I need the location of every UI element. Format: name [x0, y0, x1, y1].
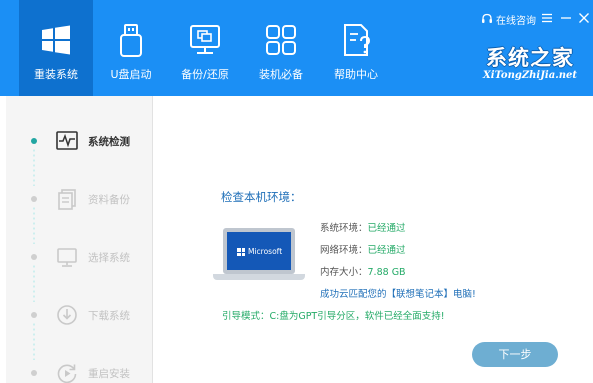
nav-help-center[interactable]: 帮助中心	[319, 0, 393, 96]
monitor-icon	[57, 248, 77, 267]
pulse-monitor-icon	[56, 131, 78, 150]
consult-label: 在线咨询	[496, 16, 536, 27]
memory-label: 内存大小：	[320, 267, 368, 278]
nav-label: 装机必备	[259, 68, 303, 81]
next-step-button[interactable]: 下一步	[472, 342, 558, 367]
step-connector	[33, 148, 35, 186]
nav-backup-restore[interactable]: 备份/还原	[168, 0, 242, 96]
nav-essential-software[interactable]: 装机必备	[244, 0, 318, 96]
laptop-screen: Microsoft	[223, 228, 295, 274]
apps-grid-icon	[266, 25, 296, 55]
installer-window: 重装系统 U盘启动 备份/还原 装机必备 帮助中心 在线咨询 系统之家 XiTo…	[0, 0, 593, 383]
headset-icon	[482, 13, 492, 23]
brand-title: 系统之家	[486, 46, 574, 70]
step-label: 系统检测	[88, 136, 130, 148]
documents-icon	[58, 189, 76, 210]
brand-url: XiTongZhiJia.net	[483, 70, 577, 81]
step-label: 选择系统	[88, 252, 130, 264]
nav-label: 重装系统	[34, 68, 78, 81]
close-icon[interactable]	[577, 10, 591, 26]
system-env-label: 系统环境：	[320, 223, 368, 234]
monitor-backup-icon	[190, 25, 220, 54]
boot-mode-message: 引导模式：C:盘为GPT引导分区，软件已经全面支持!	[222, 311, 445, 322]
nav-label: U盘启动	[110, 68, 152, 81]
minimize-icon[interactable]	[559, 10, 573, 26]
step-label: 资料备份	[88, 194, 130, 206]
network-env-value: 已经通过	[367, 245, 406, 256]
network-env-row: 网络环境：已经通过	[320, 242, 406, 256]
step-connector	[33, 206, 35, 244]
download-icon	[57, 305, 77, 325]
step-sidebar: 系统检测 资料备份 选择系统 下载系统 重启安装	[6, 96, 153, 383]
nav-reinstall-system[interactable]: 重装系统	[19, 0, 93, 96]
system-env-row: 系统环境：已经通过	[320, 220, 406, 234]
step-select-system: 选择系统	[6, 242, 152, 272]
step-label: 重启安装	[88, 368, 130, 380]
environment-check-title: 检查本机环境：	[221, 190, 302, 204]
nav-label: 备份/还原	[181, 68, 229, 81]
step-connector	[33, 264, 35, 302]
microsoft-logo-icon	[237, 248, 245, 256]
header-bar: 重装系统 U盘启动 备份/还原 装机必备 帮助中心 在线咨询 系统之家 XiTo…	[0, 0, 593, 96]
help-document-icon	[344, 24, 371, 56]
nav-label: 帮助中心	[334, 68, 378, 81]
step-dot	[31, 138, 37, 144]
step-dot	[31, 370, 37, 376]
step-connector	[33, 322, 35, 360]
step-dot	[31, 196, 37, 202]
memory-row: 内存大小：7.88 GB	[320, 264, 406, 278]
step-dot	[31, 312, 37, 318]
windows-logo-icon	[42, 25, 70, 55]
step-download-system: 下载系统	[6, 300, 152, 330]
laptop-brand-text: Microsoft	[248, 247, 283, 256]
laptop-base	[213, 274, 305, 280]
nav-usb-boot[interactable]: U盘启动	[94, 0, 168, 96]
usb-drive-icon	[120, 24, 142, 57]
laptop-display: Microsoft	[227, 232, 291, 270]
brand-logo: 系统之家 XiTongZhiJia.net	[474, 42, 586, 90]
system-env-value: 已经通过	[367, 223, 406, 234]
step-label: 下载系统	[88, 310, 130, 322]
menu-icon[interactable]	[540, 10, 554, 26]
memory-value: 7.88 GB	[367, 267, 406, 278]
step-data-backup: 资料备份	[6, 184, 152, 214]
network-env-label: 网络环境：	[320, 245, 368, 256]
step-dot	[31, 254, 37, 260]
device-match-message: 成功云匹配您的【联想笔记本】电脑!	[320, 289, 476, 300]
step-system-check: 系统检测	[6, 126, 152, 156]
restart-icon	[57, 364, 77, 383]
step-restart-install: 重启安装	[6, 358, 152, 383]
laptop-illustration: Microsoft	[213, 228, 309, 284]
